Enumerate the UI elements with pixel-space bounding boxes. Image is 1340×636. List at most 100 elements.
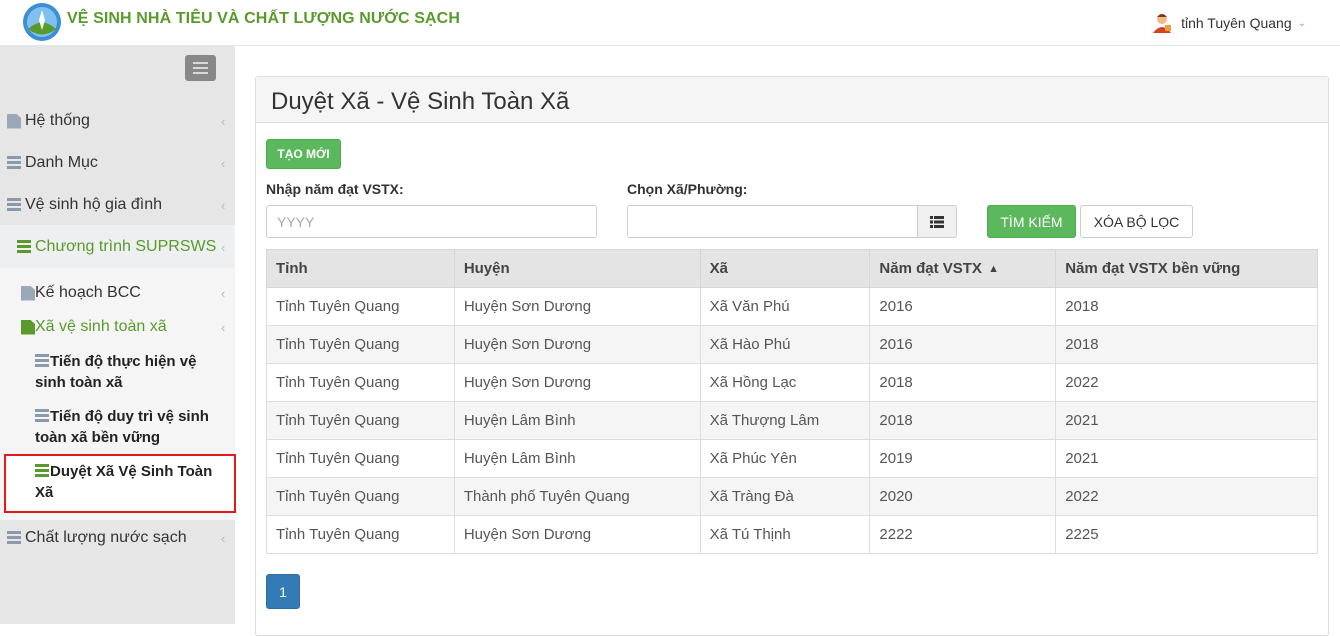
list-icon (35, 464, 49, 477)
list-icon (930, 215, 944, 228)
chevron-left-icon: ‹ (221, 155, 226, 171)
commune-select[interactable] (627, 205, 918, 238)
table-cell: 2018 (1055, 287, 1318, 326)
sidebar-item-label: Danh Mục (25, 154, 98, 171)
chevron-down-icon: ‹ (221, 239, 226, 255)
table-cell: Xã Tràng Đà (699, 477, 871, 516)
chevron-down-icon: ⌄ (1297, 17, 1306, 29)
sidebar: Hệ thống ‹ Danh Mục ‹ Vệ sinh hộ gia đìn… (0, 46, 236, 624)
create-button[interactable]: TẠO MỚI (266, 139, 341, 169)
table-row[interactable]: Tỉnh Tuyên Quang Huyện Sơn Dương Xã Văn Ph… (266, 287, 1318, 326)
table-cell: Tỉnh Tuyên Quang (266, 363, 455, 402)
table-cell: Xã Tú Thịnh (699, 515, 871, 554)
table-row[interactable]: Tỉnh Tuyên Quang Huyện Lâm Bình Xã Phúc Yê… (266, 439, 1318, 478)
file-icon (21, 319, 35, 335)
sidebar-subitem-duyet-xa[interactable]: Duyệt Xã Vệ Sinh Toàn Xã (35, 461, 225, 503)
logo-icon (23, 3, 61, 41)
sidebar-item-label: Xã vệ sinh toàn xã (35, 318, 167, 335)
table-cell: Xã Phúc Yên (699, 439, 871, 478)
column-header-label: Năm đạt VSTX (879, 260, 982, 277)
column-header-huyen[interactable]: Huyện (453, 249, 701, 288)
sidebar-item-label: Chương trình SUPRSWS (35, 238, 217, 255)
sidebar-item-xa-ve-sinh-toan-xa[interactable]: Xã vệ sinh toàn xã ‹ (0, 306, 235, 348)
table-cell: Xã Văn Phú (699, 287, 871, 326)
panel-header: Duyệt Xã - Vệ Sinh Toàn Xã (256, 77, 1328, 123)
sidebar-item-label: Vệ sinh hộ gia đình (25, 196, 162, 213)
year-input[interactable] (266, 205, 597, 238)
list-icon (7, 197, 21, 213)
sidebar-subitem-tien-do-thuc-hien[interactable]: Tiến độ thực hiện vệ sinh toàn xã (35, 351, 225, 393)
list-icon (17, 239, 31, 255)
column-header-nam-ben-vung[interactable]: Năm đạt VSTX bền vững (1055, 249, 1318, 288)
table-cell: Xã Hào Phú (699, 325, 871, 364)
sidebar-item-label: Chất lượng nước sạch (25, 529, 187, 546)
table-cell: 2022 (1055, 477, 1318, 516)
table-cell: 2021 (1055, 439, 1318, 478)
table-cell: Huyện Sơn Dương (453, 515, 701, 554)
year-label: Nhập năm đạt VSTX: (266, 181, 404, 197)
table-row[interactable]: Tỉnh Tuyên Quang Huyện Sơn Dương Xã Tú Thị… (266, 515, 1318, 554)
table-cell: 2018 (869, 401, 1057, 440)
sidebar-toggle-button[interactable] (185, 55, 216, 81)
column-header-nam-dat-vstx[interactable]: Năm đạt VSTX ▲ (869, 249, 1057, 288)
sidebar-item-label: Hệ thống (25, 112, 90, 129)
table-cell: 2020 (869, 477, 1057, 516)
page-title: Duyệt Xã - Vệ Sinh Toàn Xã (271, 88, 570, 115)
table-cell: 2018 (869, 363, 1057, 402)
chevron-left-icon: ‹ (221, 530, 226, 546)
table-cell: Xã Thượng Lâm (699, 401, 871, 440)
sidebar-item-danh-muc[interactable]: Danh Mục ‹ (0, 142, 235, 184)
list-picker-button[interactable] (917, 205, 957, 238)
sidebar-item-chat-luong-nuoc-sach[interactable]: Chất lượng nước sạch ‹ (0, 517, 235, 559)
table-cell: Tỉnh Tuyên Quang (266, 439, 455, 478)
sidebar-subitem-label: Tiến độ duy trì vệ sinh toàn xã bền vững (35, 408, 209, 446)
table-cell: 2016 (869, 325, 1057, 364)
table-cell: Xã Hồng Lạc (699, 363, 871, 402)
table-cell: Huyện Sơn Dương (453, 363, 701, 402)
clear-filter-button[interactable]: XÓA BỘ LỌC (1080, 205, 1193, 238)
table-cell: Tỉnh Tuyên Quang (266, 401, 455, 440)
table-cell: 2021 (1055, 401, 1318, 440)
sidebar-subitem-tien-do-duy-tri[interactable]: Tiến độ duy trì vệ sinh toàn xã bền vững (35, 406, 225, 448)
commune-label: Chọn Xã/Phường: (627, 181, 748, 197)
column-header-tinh[interactable]: Tỉnh (266, 249, 455, 288)
sort-up-icon: ▲ (988, 263, 999, 275)
table-cell: 2018 (1055, 325, 1318, 364)
search-button[interactable]: TÌM KIẾM (987, 205, 1076, 238)
table-row[interactable]: Tỉnh Tuyên Quang Thành phố Tuyên Quang Xã … (266, 477, 1318, 516)
table-cell: 2022 (1055, 363, 1318, 402)
list-icon (35, 354, 49, 367)
table-cell: Thành phố Tuyên Quang (453, 477, 701, 516)
user-avatar-icon (1153, 14, 1172, 33)
sidebar-item-chuong-trinh-suprsws[interactable]: Chương trình SUPRSWS ‹ (0, 226, 235, 268)
user-name: tỉnh Tuyên Quang (1181, 15, 1292, 31)
table-cell: Huyện Lâm Bình (453, 439, 701, 478)
app-title: VỆ SINH NHÀ TIÊU VÀ CHẤT LƯỢNG NƯỚC SẠCH (67, 10, 460, 27)
table-header-row: Tỉnh Huyện Xã Năm đạt VSTX ▲ Năm đạt VST… (266, 249, 1318, 288)
table-cell: 2222 (869, 515, 1057, 554)
table-cell: Tỉnh Tuyên Quang (266, 477, 455, 516)
top-header: VỆ SINH NHÀ TIÊU VÀ CHẤT LƯỢNG NƯỚC SẠCH… (0, 0, 1340, 46)
table-row[interactable]: Tỉnh Tuyên Quang Huyện Lâm Bình Xã Thượng … (266, 401, 1318, 440)
table-row[interactable]: Tỉnh Tuyên Quang Huyện Sơn Dương Xã Hồng L… (266, 363, 1318, 402)
results-table: Tỉnh Huyện Xã Năm đạt VSTX ▲ Năm đạt VST… (266, 249, 1318, 554)
file-icon (21, 285, 35, 301)
pagination-page-1[interactable]: 1 (266, 574, 300, 609)
table-cell: 2225 (1055, 515, 1318, 554)
chevron-left-icon: ‹ (221, 113, 226, 129)
table-cell: Tỉnh Tuyên Quang (266, 325, 455, 364)
column-header-xa[interactable]: Xã (699, 249, 871, 288)
table-cell: Huyện Lâm Bình (453, 401, 701, 440)
table-row[interactable]: Tỉnh Tuyên Quang Huyện Sơn Dương Xã Hào Ph… (266, 325, 1318, 364)
list-icon (7, 530, 21, 546)
chevron-left-icon: ‹ (221, 285, 226, 301)
user-menu[interactable]: tỉnh Tuyên Quang ⌄ (1151, 12, 1306, 34)
table-cell: Huyện Sơn Dương (453, 287, 701, 326)
table-cell: 2016 (869, 287, 1057, 326)
sidebar-item-he-thong[interactable]: Hệ thống ‹ (0, 100, 235, 142)
list-icon (35, 409, 49, 422)
sidebar-item-ve-sinh-ho-gia-dinh[interactable]: Vệ sinh hộ gia đình ‹ (0, 184, 235, 226)
sidebar-item-label: Kế hoạch BCC (35, 284, 141, 301)
chevron-down-icon: ‹ (221, 319, 226, 335)
table-cell: Tỉnh Tuyên Quang (266, 515, 455, 554)
